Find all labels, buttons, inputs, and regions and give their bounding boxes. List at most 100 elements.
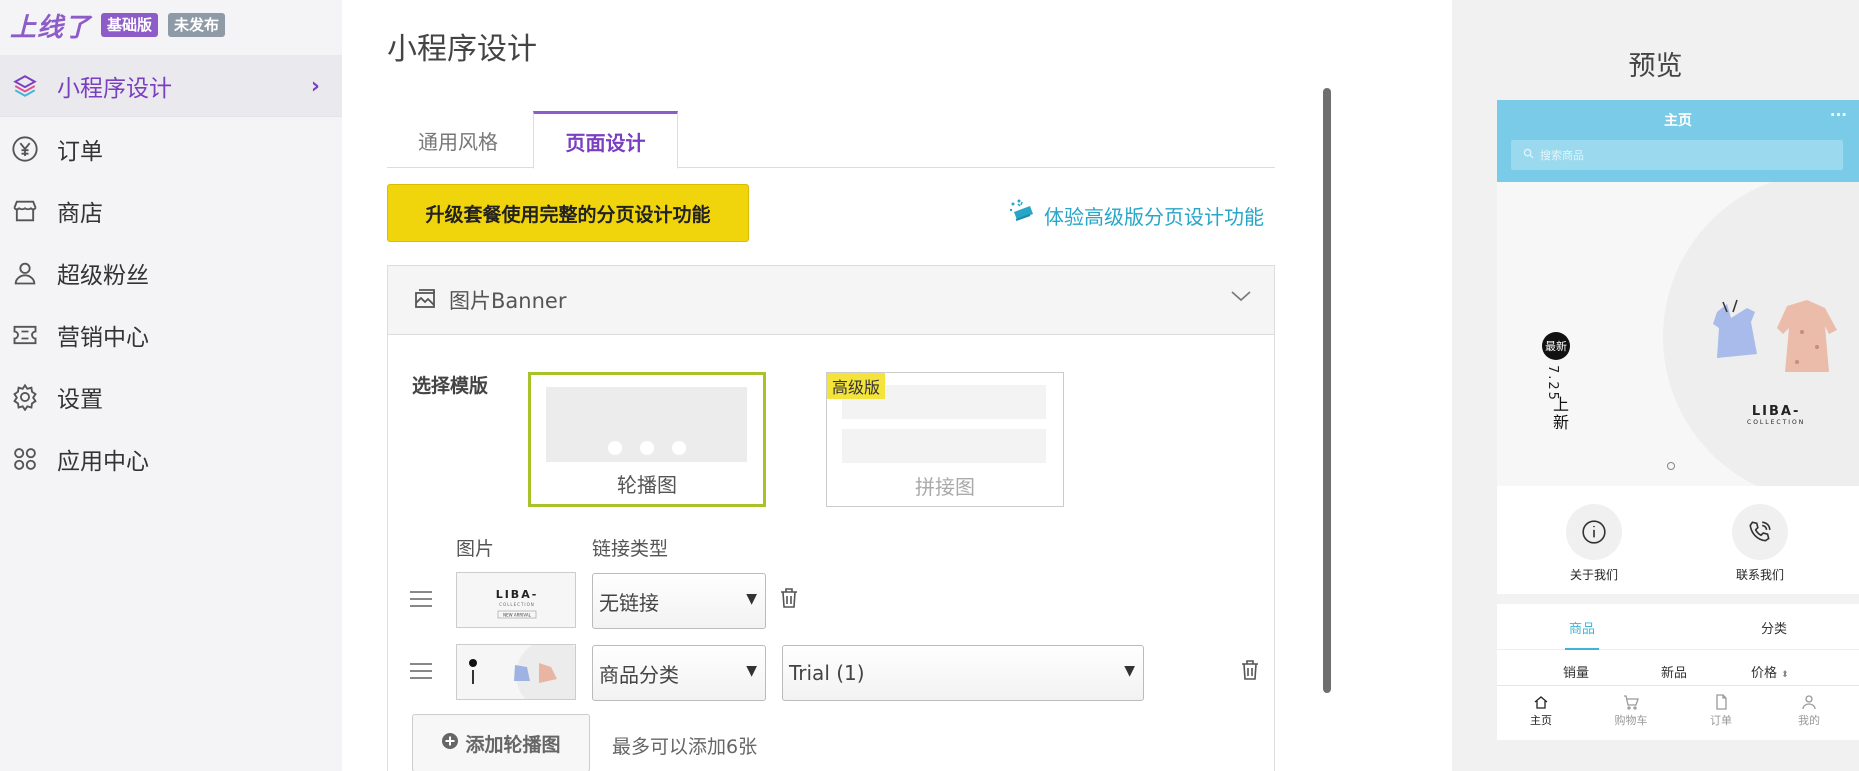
- phone-icon: [1732, 504, 1788, 560]
- tab-general-style[interactable]: 通用风格: [387, 111, 529, 169]
- link-contact-us[interactable]: 联系我们: [1700, 504, 1820, 583]
- chevron-right-icon: ›: [310, 74, 320, 99]
- sort-price-label: 价格: [1751, 666, 1778, 681]
- template-caption: 拼接图: [915, 475, 975, 499]
- tab-page-design[interactable]: 页面设计: [533, 111, 678, 169]
- phone-banner: 最新 7.25 上新 LIBA- COLLECTION: [1497, 182, 1859, 486]
- link-type-value: 无链接: [599, 590, 659, 615]
- upgrade-button[interactable]: 升级套餐使用完整的分页设计功能: [387, 184, 749, 242]
- drag-handle-icon[interactable]: [410, 663, 432, 684]
- sidebar-item-settings[interactable]: 设置: [0, 366, 342, 428]
- yuan-icon: [10, 134, 40, 164]
- banner-clothes-image: [1713, 299, 1837, 372]
- sort-sales[interactable]: 销量: [1563, 662, 1589, 681]
- template-carousel[interactable]: 轮播图: [528, 372, 766, 507]
- sort-price[interactable]: 价格 ⬍: [1751, 662, 1789, 681]
- ticket-icon: [10, 320, 40, 350]
- bottom-nav-orders[interactable]: 订单: [1691, 692, 1751, 728]
- banner-logo-sub: COLLECTION: [1747, 419, 1806, 426]
- sidebar-item-orders[interactable]: 订单: [0, 118, 342, 180]
- link-label: 联系我们: [1735, 568, 1784, 582]
- bottom-nav-cart[interactable]: 购物车: [1601, 692, 1661, 728]
- user-icon: [10, 258, 40, 288]
- phone-preview: 主页 ··· 搜索商品 最新 7.25 上新 LIBA- COLLECTION …: [1497, 100, 1859, 740]
- link-type-value: 商品分类: [599, 662, 679, 687]
- banner-thumbnail[interactable]: LIBA- COLLECTION NEW ARRIVAL: [456, 572, 576, 628]
- banner-thumbnail[interactable]: [456, 644, 576, 700]
- phone-tab-products[interactable]: 商品: [1564, 618, 1600, 650]
- phone-bottom-nav: 主页 购物车 订单 我的: [1497, 685, 1859, 740]
- dropdown-arrow-icon: ▼: [746, 663, 757, 679]
- drag-handle-icon[interactable]: [410, 591, 432, 612]
- try-advanced-link[interactable]: 体验高级版分页设计功能: [1008, 198, 1264, 233]
- link-type-select[interactable]: 无链接 ▼: [592, 573, 766, 629]
- apps-icon: [10, 444, 40, 474]
- cart-icon: [1601, 692, 1661, 712]
- sidebar-item-app-center[interactable]: 应用中心: [0, 428, 342, 490]
- template-collage[interactable]: 高级版 拼接图: [826, 372, 1064, 507]
- phone-page-title: 主页: [1664, 113, 1692, 129]
- page-title: 小程序设计: [387, 32, 537, 67]
- scrollbar[interactable]: [1323, 88, 1331, 693]
- bottom-nav-me[interactable]: 我的: [1779, 692, 1839, 728]
- banner-row: LIBA- COLLECTION NEW ARRIVAL 无链接 ▼: [388, 572, 1274, 630]
- link-target-value: Trial (1): [789, 661, 865, 685]
- banner-logo: LIBA- COLLECTION: [1747, 404, 1805, 426]
- search-icon: [1523, 148, 1534, 162]
- sidebar-item-miniapp-design[interactable]: 小程序设计 ›: [0, 55, 342, 117]
- chevron-down-icon[interactable]: [1230, 288, 1252, 307]
- file-icon: [1691, 692, 1751, 712]
- add-hint: 最多可以添加6张: [612, 736, 758, 758]
- phone-tab-categories[interactable]: 分类: [1761, 618, 1787, 637]
- image-banner-icon: [413, 287, 437, 313]
- bottom-nav-label: 主页: [1530, 714, 1552, 727]
- dropdown-arrow-icon: ▼: [746, 591, 757, 607]
- svg-text:NEW ARRIVAL: NEW ARRIVAL: [503, 613, 531, 618]
- layers-icon: [10, 71, 40, 101]
- bottom-nav-home[interactable]: 主页: [1511, 692, 1571, 728]
- sidebar-item-label: 小程序设计: [57, 75, 172, 102]
- sidebar-item-label: 设置: [57, 387, 103, 413]
- sort-icon: ⬍: [1781, 670, 1789, 680]
- bottom-nav-label: 订单: [1710, 714, 1732, 727]
- svg-text:LIBA-: LIBA-: [496, 588, 539, 601]
- user-icon: [1779, 692, 1839, 712]
- link-about-us[interactable]: 关于我们: [1534, 504, 1654, 583]
- link-target-select[interactable]: Trial (1) ▼: [782, 645, 1144, 701]
- sidebar-item-marketing[interactable]: 营销中心: [0, 304, 342, 366]
- magic-hat-icon: [1008, 198, 1038, 233]
- store-icon: [10, 196, 40, 226]
- sidebar-item-label: 超级粉丝: [57, 263, 149, 289]
- plan-badge: 基础版: [101, 13, 159, 37]
- try-link-label: 体验高级版分页设计功能: [1044, 205, 1264, 229]
- sidebar-item-label: 订单: [57, 139, 103, 165]
- sidebar-item-store[interactable]: 商店: [0, 180, 342, 242]
- phone-search-placeholder: 搜索商品: [1540, 149, 1584, 162]
- dropdown-arrow-icon: ▼: [1124, 663, 1135, 679]
- add-carousel-button[interactable]: 添加轮播图: [412, 714, 590, 771]
- phone-search-bar: 搜索商品: [1511, 140, 1843, 170]
- banner-badge: 最新: [1542, 332, 1570, 360]
- sidebar-item-label: 应用中心: [57, 449, 149, 475]
- banner-logo-text: LIBA-: [1751, 404, 1801, 419]
- brand-logo[interactable]: 上线了: [10, 7, 91, 44]
- sidebar-item-label: 商店: [57, 201, 103, 227]
- brand: 上线了 基础版 未发布: [10, 7, 226, 44]
- sidebar-item-super-fans[interactable]: 超级粉丝: [0, 242, 342, 304]
- advanced-badge: 高级版: [827, 373, 886, 399]
- info-icon: [1566, 504, 1622, 560]
- more-icon: ···: [1829, 106, 1847, 124]
- sort-new[interactable]: 新品: [1661, 662, 1687, 681]
- panel-header[interactable]: 图片Banner: [388, 266, 1274, 335]
- delete-icon[interactable]: [780, 587, 798, 613]
- link-type-select[interactable]: 商品分类 ▼: [592, 645, 766, 701]
- delete-icon[interactable]: [1241, 659, 1259, 685]
- template-label: 选择模版: [412, 375, 489, 397]
- bottom-nav-label: 我的: [1798, 714, 1820, 727]
- phone-quick-links: 关于我们 联系我们: [1497, 498, 1859, 594]
- sidebar-nav: 小程序设计 › 订单 商店 超级粉丝 营销中心 设置 应用中心: [0, 55, 342, 490]
- panel-title: 图片Banner: [449, 289, 567, 313]
- bottom-nav-label: 购物车: [1614, 714, 1648, 727]
- column-header-link-type: 链接类型: [592, 538, 669, 560]
- preview-pane: 预览 主页 ··· 搜索商品 最新 7.25 上新 LIBA- COLLECTI…: [1452, 0, 1859, 771]
